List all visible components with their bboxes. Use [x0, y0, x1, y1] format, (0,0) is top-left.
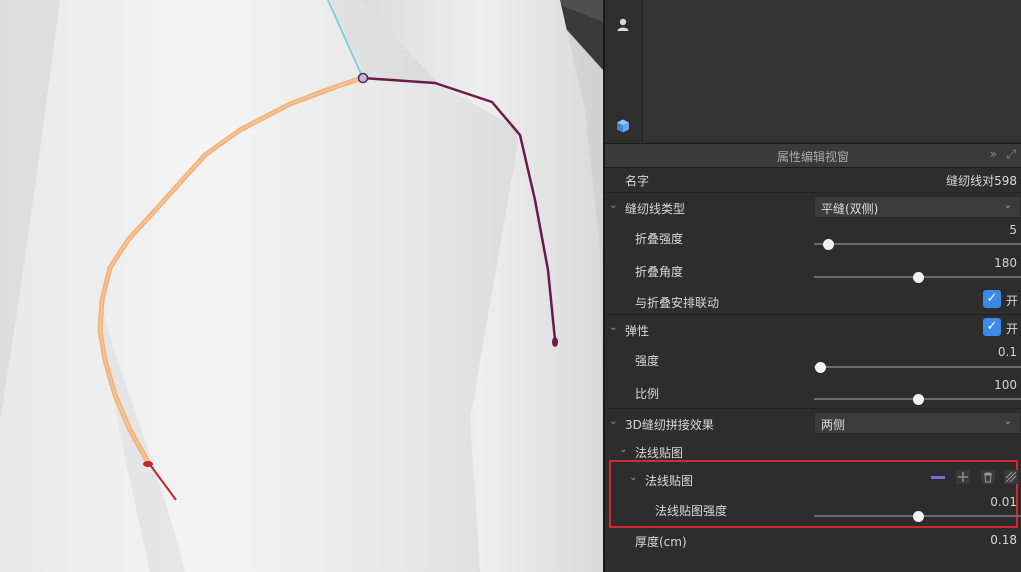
- chevron-down-icon: ⌄: [1003, 416, 1012, 427]
- chevron-down-icon[interactable]: ⌄: [609, 200, 617, 211]
- thickness-label: 厚度(cm): [635, 535, 687, 549]
- name-value[interactable]: 缝纫线对598: [946, 172, 1017, 189]
- 3d-viewport[interactable]: [0, 0, 603, 572]
- slider-thumb[interactable]: [912, 272, 924, 283]
- chevron-down-icon: ⌄: [1003, 200, 1012, 211]
- right-panel: 属性编辑视窗 » ⤢ 名字 缝纫线对598 ⌄ 缝纫线类型 平缝(双侧) ⌄ 折…: [603, 0, 1021, 572]
- fold-link-toggle-label: 开: [1006, 294, 1019, 308]
- slider-thumb[interactable]: [823, 239, 835, 250]
- fold-strength-value[interactable]: 5: [1009, 223, 1017, 237]
- panel-toolbar: [605, 0, 643, 142]
- ratio-slider[interactable]: [814, 394, 1021, 405]
- normal-map-strength-slider[interactable]: [814, 511, 1021, 522]
- garment-render: [0, 0, 603, 572]
- normal-map-strength-label: 法线贴图强度: [655, 504, 728, 518]
- chevron-down-icon[interactable]: ⌄: [609, 416, 617, 427]
- fold-angle-slider[interactable]: [814, 272, 1021, 283]
- seam-type-select[interactable]: 平缝(双侧) ⌄: [814, 196, 1021, 218]
- fold-strength-slider[interactable]: [814, 239, 1021, 250]
- stitch3d-label: 3D缝纫拼接效果: [625, 418, 714, 432]
- fold-strength-label: 折叠强度: [635, 232, 684, 246]
- panel-title: 属性编辑视窗: [776, 150, 849, 164]
- normal-map-label: 法线贴图: [645, 474, 694, 488]
- thickness-value[interactable]: 0.18: [990, 533, 1017, 547]
- chevron-down-icon[interactable]: ⌄: [609, 322, 617, 333]
- fold-angle-label: 折叠角度: [635, 265, 684, 279]
- strength-label: 强度: [635, 354, 660, 368]
- delete-icon[interactable]: [981, 470, 995, 484]
- texture-icon[interactable]: [1004, 470, 1018, 484]
- name-label: 名字: [625, 174, 650, 188]
- slider-thumb[interactable]: [815, 362, 827, 373]
- stitch3d-select[interactable]: 两侧 ⌄: [814, 412, 1021, 434]
- property-editor-header: 属性编辑视窗 » ⤢: [605, 143, 1021, 168]
- elastic-checkbox[interactable]: ✓: [983, 318, 1001, 336]
- normal-map-group-label: 法线贴图: [635, 446, 684, 460]
- fold-angle-value[interactable]: 180: [994, 256, 1017, 270]
- chevron-down-icon[interactable]: ⌄: [629, 472, 637, 483]
- collapse-icon[interactable]: »: [990, 147, 997, 161]
- slider-thumb[interactable]: [912, 511, 924, 522]
- chevron-down-icon[interactable]: ⌄: [619, 444, 627, 455]
- seam-point[interactable]: [357, 72, 369, 84]
- elastic-toggle-label: 开: [1006, 322, 1019, 336]
- cube-icon[interactable]: [615, 118, 631, 134]
- avatar-icon[interactable]: [615, 17, 631, 33]
- ratio-label: 比例: [635, 387, 660, 401]
- fold-link-checkbox[interactable]: ✓: [983, 290, 1001, 308]
- strength-slider[interactable]: [814, 362, 1021, 373]
- stitch3d-value: 两侧: [821, 418, 846, 432]
- expand-icon[interactable]: ⤢: [1006, 147, 1016, 162]
- fold-link-label: 与折叠安排联动: [635, 296, 720, 310]
- seam-type-label: 缝纫线类型: [625, 202, 686, 216]
- color-swatch-icon[interactable]: [931, 470, 945, 484]
- ratio-value[interactable]: 100: [994, 378, 1017, 392]
- add-icon[interactable]: [956, 470, 970, 484]
- elastic-label: 弹性: [625, 324, 650, 338]
- normal-map-strength-value[interactable]: 0.01: [990, 495, 1017, 509]
- strength-value[interactable]: 0.1: [998, 345, 1017, 359]
- slider-thumb[interactable]: [912, 394, 924, 405]
- object-browser-area: [605, 0, 1021, 142]
- seam-type-value: 平缝(双侧): [821, 202, 879, 216]
